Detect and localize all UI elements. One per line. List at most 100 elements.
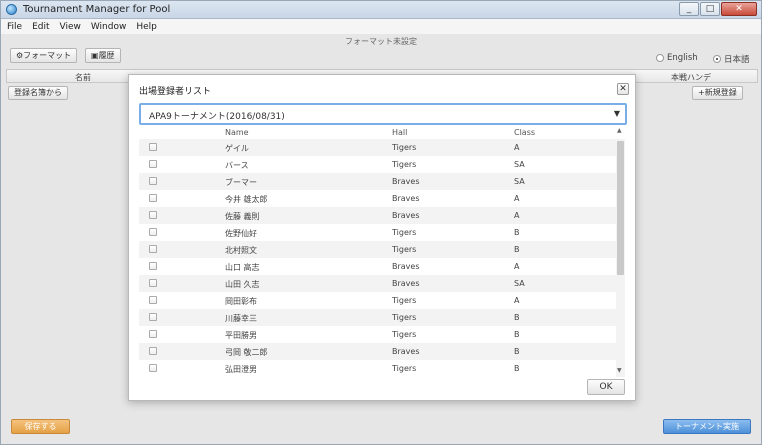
cell-class: A [514,143,520,152]
scroll-up-icon[interactable]: ▲ [617,127,622,134]
cell-class: B [514,364,520,373]
list-item[interactable]: 今井 雄太郎 Braves A [139,190,617,207]
radio-japanese[interactable] [713,55,721,63]
list-item[interactable]: 弓岡 敬二郎 Braves B [139,343,617,360]
close-window-button[interactable]: ✕ [721,2,757,16]
menu-edit[interactable]: Edit [32,22,49,32]
app-icon [6,4,17,15]
list-item[interactable]: 岡田彰布 Tigers A [139,292,617,309]
row-checkbox[interactable] [149,347,157,355]
cell-hall: Braves [392,262,420,271]
col-name: 名前 [75,73,91,82]
cell-hall: Tigers [392,160,417,169]
cell-name: 山口 高志 [225,263,260,272]
cell-class: A [514,262,520,271]
cell-name: 佐藤 義則 [225,212,260,221]
folder-icon: ▣ [91,51,99,60]
new-registration-button[interactable]: +新規登録 [692,86,743,100]
close-icon[interactable]: ✕ [617,83,629,95]
col-handicap: 本戦ハンデ [671,73,711,82]
title-bar: Tournament Manager for Pool _ □ ✕ [1,1,761,19]
cell-class: B [514,245,520,254]
cell-hall: Braves [392,279,420,288]
lang-japanese-label: 日本語 [724,55,750,65]
cell-name: ゲイル [225,144,249,153]
row-checkbox[interactable] [149,194,157,202]
row-checkbox[interactable] [149,160,157,168]
cell-hall: Braves [392,194,420,203]
row-checkbox[interactable] [149,279,157,287]
save-button[interactable]: 保存する [11,419,70,434]
list-item[interactable]: 川藤幸三 Tigers B [139,309,617,326]
lang-english-option[interactable]: English [656,53,698,63]
cell-class: SA [514,177,525,186]
list-col-class: Class [514,128,536,137]
cell-class: A [514,296,520,305]
list-col-hall: Hall [392,128,408,137]
cell-name: 平田勝男 [225,331,257,340]
cell-class: A [514,194,520,203]
menu-view[interactable]: View [60,22,81,32]
cell-name: 今井 雄太郎 [225,195,268,204]
cell-class: SA [514,279,525,288]
run-tournament-button[interactable]: トーナメント実施 [663,419,751,434]
cell-class: SA [514,160,525,169]
row-checkbox[interactable] [149,296,157,304]
row-checkbox[interactable] [149,211,157,219]
menu-bar: File Edit View Window Help [1,19,761,34]
cell-class: B [514,347,520,356]
format-button[interactable]: ⚙フォーマット [10,48,78,63]
row-checkbox[interactable] [149,262,157,270]
list-item[interactable]: 弘田澄男 Tigers B [139,360,617,377]
cell-hall: Braves [392,177,420,186]
list-col-name: Name [225,128,249,137]
cell-class: A [514,211,520,220]
cell-hall: Tigers [392,296,417,305]
ok-button[interactable]: OK [587,379,625,395]
history-button[interactable]: ▣履歴 [85,48,121,63]
row-checkbox[interactable] [149,228,157,236]
row-checkbox[interactable] [149,364,157,372]
list-item[interactable]: バース Tigers SA [139,156,617,173]
list-item[interactable]: 山口 高志 Braves A [139,258,617,275]
from-roster-button[interactable]: 登録名簿から [8,86,68,100]
row-checkbox[interactable] [149,313,157,321]
list-header: Name Hall Class [139,127,627,139]
row-checkbox[interactable] [149,143,157,151]
list-item[interactable]: 北村照文 Tigers B [139,241,617,258]
cell-name: 川藤幸三 [225,314,257,323]
list-item[interactable]: ブーマー Braves SA [139,173,617,190]
cell-hall: Braves [392,211,420,220]
row-checkbox[interactable] [149,330,157,338]
format-button-label: フォーマット [23,51,72,60]
maximize-button[interactable]: □ [700,2,720,16]
tournament-select[interactable]: APA9トーナメント(2016/08/31) ▼ [139,103,627,125]
cell-hall: Braves [392,347,420,356]
scroll-down-icon[interactable]: ▼ [617,367,622,374]
row-checkbox[interactable] [149,245,157,253]
cell-hall: Tigers [392,313,417,322]
list-scroll-thumb[interactable] [617,141,624,275]
cell-name: 弘田澄男 [225,365,257,374]
row-checkbox[interactable] [149,177,157,185]
list-item[interactable]: 佐野仙好 Tigers B [139,224,617,241]
app-window: Tournament Manager for Pool _ □ ✕ File E… [0,0,762,445]
cell-hall: Tigers [392,143,417,152]
format-status: フォーマット未設定 [345,37,417,46]
cell-name: バース [225,161,249,170]
list-item[interactable]: ゲイル Tigers A [139,139,617,156]
list-item[interactable]: 平田勝男 Tigers B [139,326,617,343]
minimize-button[interactable]: _ [679,2,699,16]
menu-file[interactable]: File [7,22,22,32]
cell-name: 弓岡 敬二郎 [225,348,268,357]
radio-english[interactable] [656,54,664,62]
menu-window[interactable]: Window [91,22,127,32]
cell-class: B [514,330,520,339]
cell-name: 山田 久志 [225,280,260,289]
cell-name: 佐野仙好 [225,229,257,238]
entrant-list: ゲイル Tigers A バース Tigers SA ブーマー Braves SA 今井 雄太郎 B… [139,139,627,377]
lang-japanese-option[interactable]: 日本語 [713,53,750,65]
menu-help[interactable]: Help [136,22,157,32]
list-item[interactable]: 山田 久志 Braves SA [139,275,617,292]
list-item[interactable]: 佐藤 義則 Braves A [139,207,617,224]
